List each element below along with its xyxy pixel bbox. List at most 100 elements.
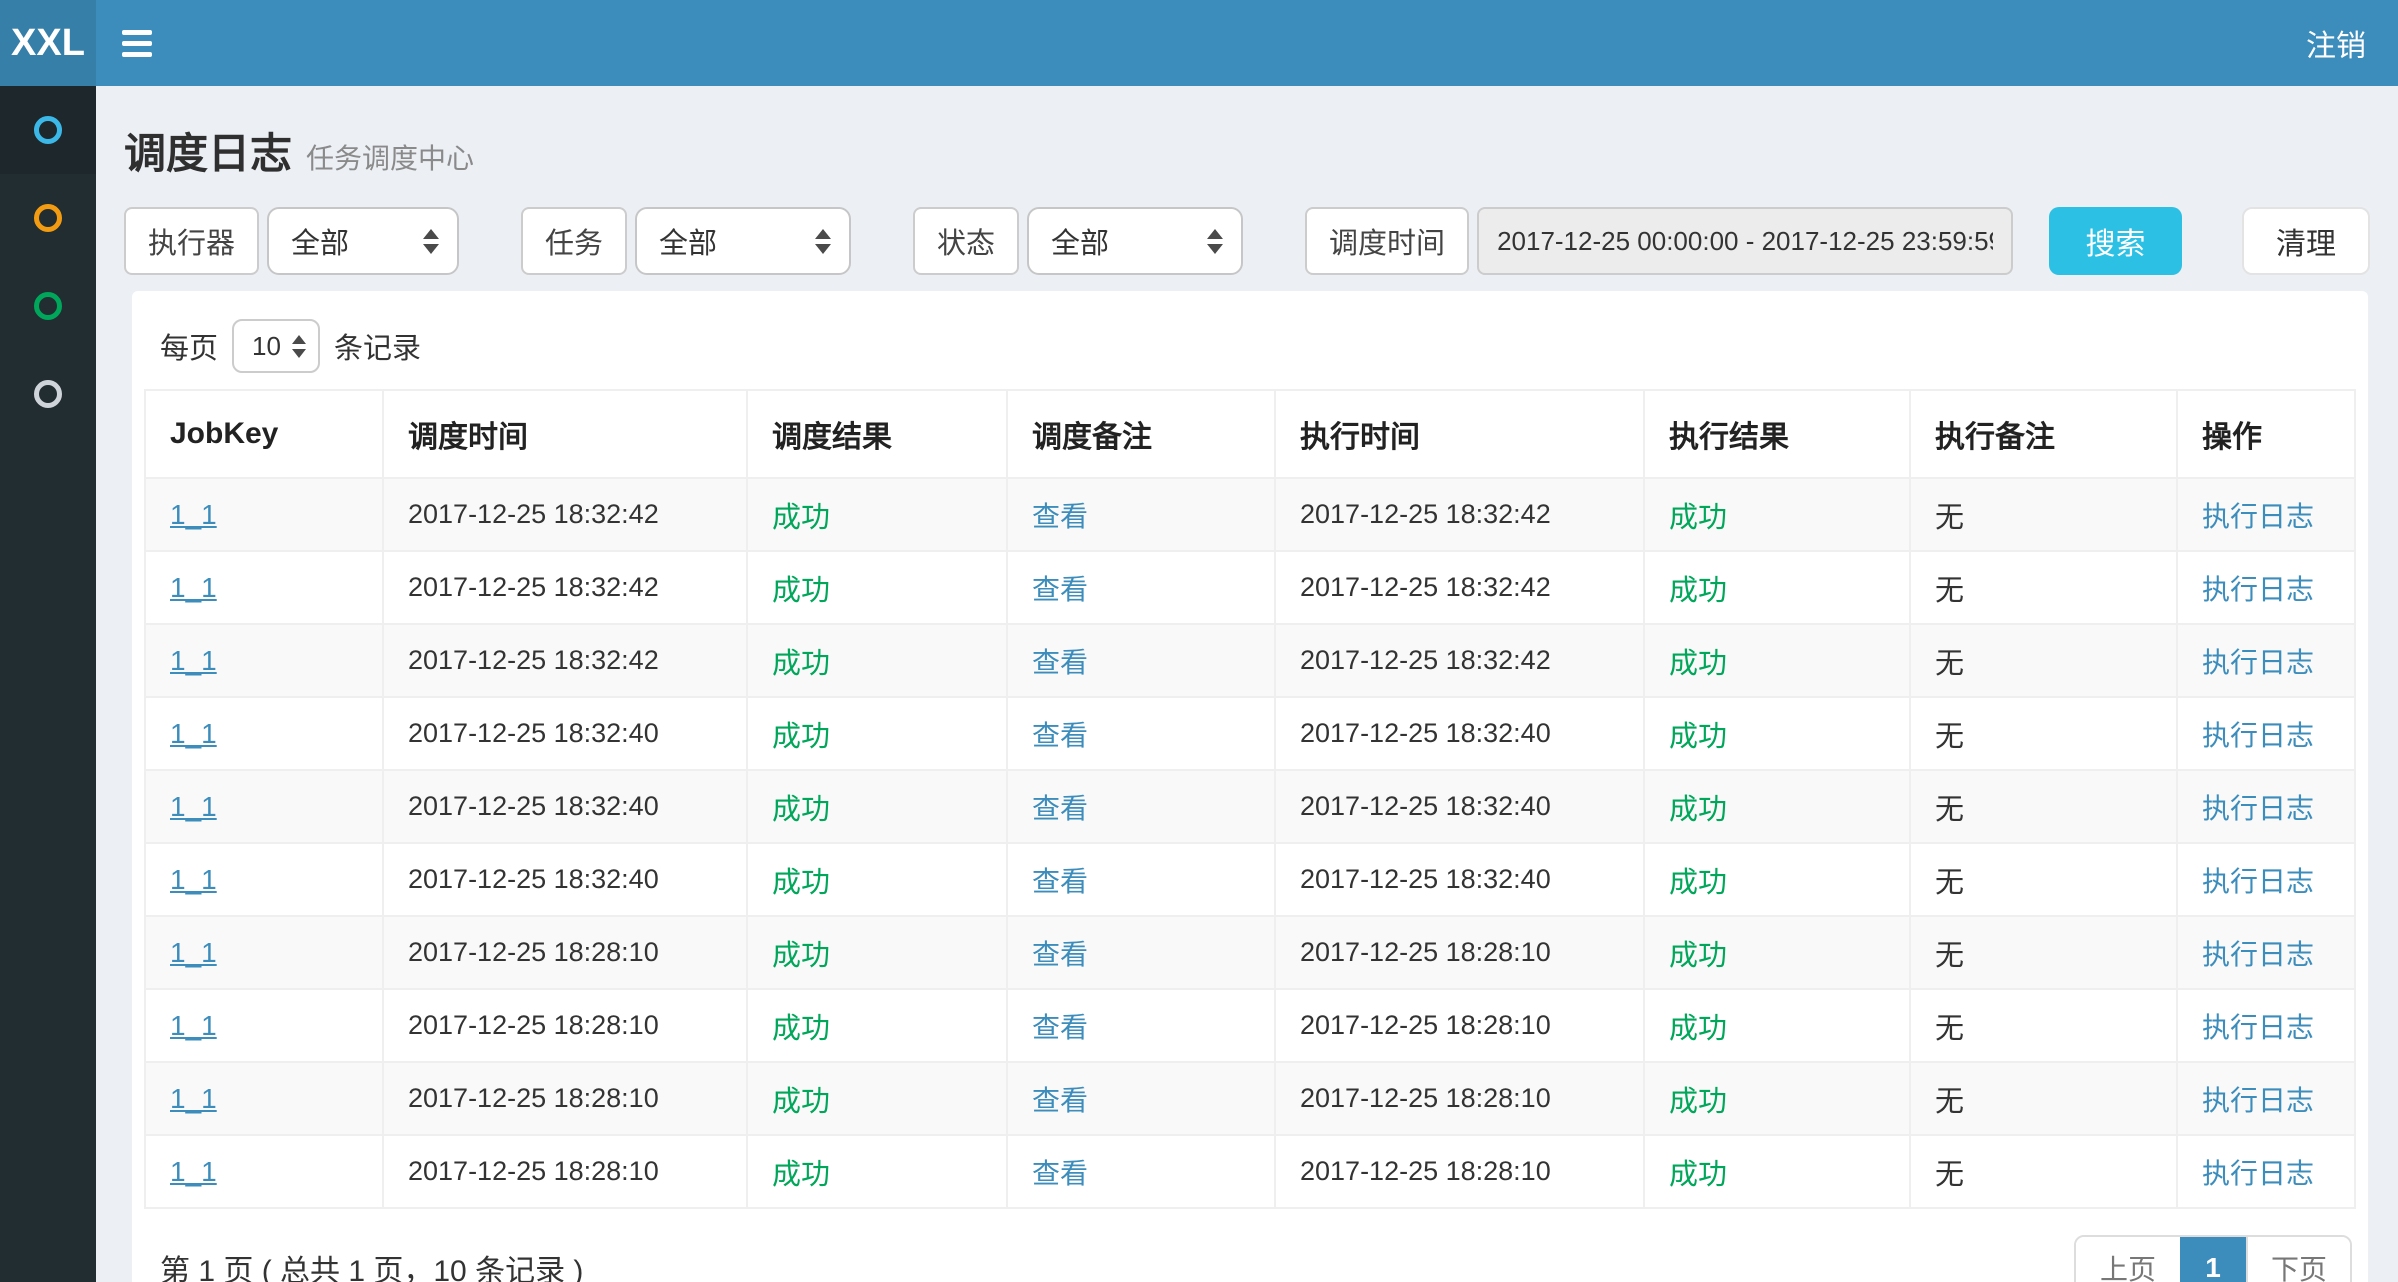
jobkey-link[interactable]: 1_1 [170, 1010, 217, 1041]
handle-msg-cell: 无 [1910, 551, 2177, 624]
trigger-msg-link[interactable]: 查看 [1032, 866, 1088, 897]
trigger-msg-link[interactable]: 查看 [1032, 1158, 1088, 1189]
handle-msg-cell: 无 [1910, 624, 2177, 697]
executor-filter-group: 执行器 全部 [124, 207, 459, 275]
trigger-time-cell: 2017-12-25 18:28:10 [383, 989, 747, 1062]
column-header: 操作 [2177, 390, 2355, 478]
circle-icon [34, 204, 62, 232]
trigger-msg-link[interactable]: 查看 [1032, 720, 1088, 751]
clear-button[interactable]: 清理 [2242, 207, 2370, 275]
handle-result-cell: 成功 [1644, 1062, 1910, 1135]
content-area: 调度日志任务调度中心 执行器 全部 任务 全部 状态 全部 [96, 86, 2398, 1282]
pagination-summary: 第 1 页 ( 总共 1 页，10 条记录 ) [160, 1246, 583, 1282]
page-size-row: 每页 10 条记录 [160, 319, 2356, 373]
page-subtitle: 任务调度中心 [306, 143, 474, 174]
handle-msg-cell: 无 [1910, 697, 2177, 770]
log-table: JobKey调度时间调度结果调度备注执行时间执行结果执行备注操作 1_1 201… [144, 389, 2356, 1209]
jobkey-link[interactable]: 1_1 [170, 864, 217, 895]
jobkey-link[interactable]: 1_1 [170, 718, 217, 749]
handle-msg-cell: 无 [1910, 916, 2177, 989]
trigger-time-cell: 2017-12-25 18:32:40 [383, 697, 747, 770]
trigger-msg-link[interactable]: 查看 [1032, 939, 1088, 970]
pagination-current-page[interactable]: 1 [2180, 1237, 2246, 1282]
exec-log-link[interactable]: 执行日志 [2202, 866, 2314, 897]
sidebar-item-4[interactable] [0, 350, 96, 438]
trigger-msg-link[interactable]: 查看 [1032, 574, 1088, 605]
search-button[interactable]: 搜索 [2049, 207, 2182, 275]
trigger-msg-link[interactable]: 查看 [1032, 647, 1088, 678]
handle-result-cell: 成功 [1644, 916, 1910, 989]
time-range-input[interactable] [1477, 207, 2013, 275]
trigger-result-cell: 成功 [747, 916, 1007, 989]
exec-log-link[interactable]: 执行日志 [2202, 720, 2314, 751]
trigger-result-cell: 成功 [747, 843, 1007, 916]
page-header: 调度日志任务调度中心 [124, 112, 2370, 207]
trigger-time-cell: 2017-12-25 18:32:40 [383, 770, 747, 843]
jobkey-link[interactable]: 1_1 [170, 1156, 217, 1187]
executor-select[interactable]: 全部 [267, 207, 459, 275]
pagination-prev-button[interactable]: 上页 [2076, 1237, 2180, 1282]
trigger-msg-link[interactable]: 查看 [1032, 1012, 1088, 1043]
column-header: 调度结果 [747, 390, 1007, 478]
time-filter-group: 调度时间 [1305, 207, 2013, 275]
table-row: 1_1 2017-12-25 18:28:10 成功 查看 2017-12-25… [145, 1062, 2355, 1135]
jobkey-link[interactable]: 1_1 [170, 1083, 217, 1114]
handle-result-cell: 成功 [1644, 843, 1910, 916]
trigger-time-cell: 2017-12-25 18:32:42 [383, 478, 747, 551]
trigger-msg-link[interactable]: 查看 [1032, 501, 1088, 532]
table-row: 1_1 2017-12-25 18:32:42 成功 查看 2017-12-25… [145, 478, 2355, 551]
exec-log-link[interactable]: 执行日志 [2202, 1085, 2314, 1116]
table-row: 1_1 2017-12-25 18:32:42 成功 查看 2017-12-25… [145, 551, 2355, 624]
jobkey-link[interactable]: 1_1 [170, 645, 217, 676]
table-header-row: JobKey调度时间调度结果调度备注执行时间执行结果执行备注操作 [145, 390, 2355, 478]
status-select[interactable]: 全部 [1027, 207, 1243, 275]
handle-msg-cell: 无 [1910, 843, 2177, 916]
table-row: 1_1 2017-12-25 18:28:10 成功 查看 2017-12-25… [145, 1135, 2355, 1208]
handle-result-cell: 成功 [1644, 770, 1910, 843]
status-filter-group: 状态 全部 [913, 207, 1243, 275]
sidebar-item-3[interactable] [0, 262, 96, 350]
column-header: JobKey [145, 390, 383, 478]
app-logo[interactable]: XXL [0, 0, 96, 86]
select-arrows-icon [1207, 229, 1223, 254]
handle-time-cell: 2017-12-25 18:32:40 [1275, 697, 1644, 770]
handle-time-cell: 2017-12-25 18:28:10 [1275, 1135, 1644, 1208]
page-size-select[interactable]: 10 [232, 319, 320, 373]
status-select-value: 全部 [1051, 220, 1109, 262]
pagination-next-button[interactable]: 下页 [2246, 1237, 2350, 1282]
logout-link[interactable]: 注销 [2274, 0, 2398, 86]
trigger-msg-link[interactable]: 查看 [1032, 793, 1088, 824]
trigger-result-cell: 成功 [747, 770, 1007, 843]
executor-select-value: 全部 [291, 220, 349, 262]
handle-time-cell: 2017-12-25 18:28:10 [1275, 1062, 1644, 1135]
jobkey-link[interactable]: 1_1 [170, 937, 217, 968]
handle-time-cell: 2017-12-25 18:32:40 [1275, 770, 1644, 843]
sidebar-toggle-button[interactable] [96, 0, 178, 86]
trigger-result-cell: 成功 [747, 1135, 1007, 1208]
handle-result-cell: 成功 [1644, 1135, 1910, 1208]
sidebar-item-2[interactable] [0, 174, 96, 262]
jobkey-link[interactable]: 1_1 [170, 791, 217, 822]
trigger-result-cell: 成功 [747, 551, 1007, 624]
trigger-msg-link[interactable]: 查看 [1032, 1085, 1088, 1116]
circle-icon [34, 380, 62, 408]
exec-log-link[interactable]: 执行日志 [2202, 574, 2314, 605]
exec-log-link[interactable]: 执行日志 [2202, 501, 2314, 532]
log-panel: 每页 10 条记录 JobKey调度时间调度结果调度备注执行时间执行结果执行备注… [132, 291, 2368, 1282]
exec-log-link[interactable]: 执行日志 [2202, 647, 2314, 678]
executor-filter-label: 执行器 [124, 207, 259, 275]
exec-log-link[interactable]: 执行日志 [2202, 1158, 2314, 1189]
column-header: 调度时间 [383, 390, 747, 478]
exec-log-link[interactable]: 执行日志 [2202, 1012, 2314, 1043]
jobkey-link[interactable]: 1_1 [170, 572, 217, 603]
job-select[interactable]: 全部 [635, 207, 851, 275]
jobkey-link[interactable]: 1_1 [170, 499, 217, 530]
table-row: 1_1 2017-12-25 18:32:40 成功 查看 2017-12-25… [145, 843, 2355, 916]
column-header: 执行结果 [1644, 390, 1910, 478]
sidebar-item-1[interactable] [0, 86, 96, 174]
handle-time-cell: 2017-12-25 18:28:10 [1275, 916, 1644, 989]
hamburger-icon [122, 30, 152, 57]
exec-log-link[interactable]: 执行日志 [2202, 939, 2314, 970]
exec-log-link[interactable]: 执行日志 [2202, 793, 2314, 824]
trigger-result-cell: 成功 [747, 478, 1007, 551]
